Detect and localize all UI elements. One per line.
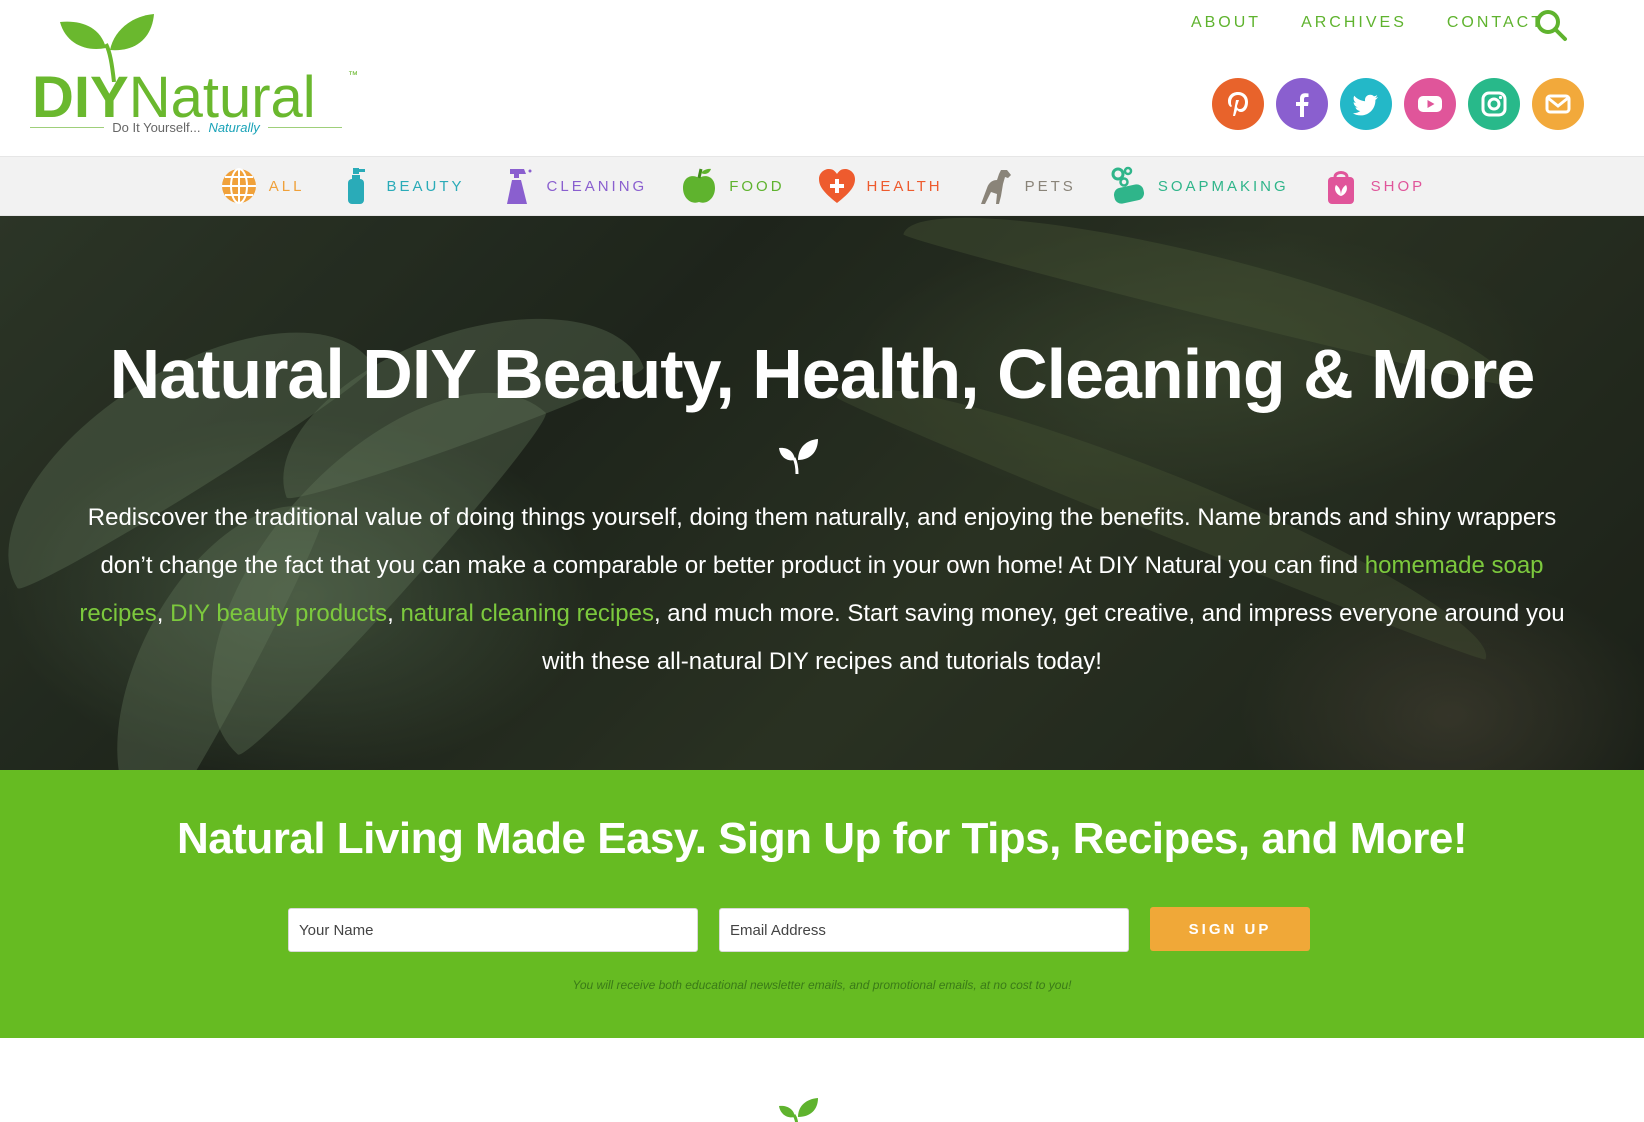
natural-cleaning-recipes-link[interactable]: natural cleaning recipes: [400, 600, 654, 627]
pinterest-icon[interactable]: [1212, 78, 1264, 130]
category-label: BEAUTY: [386, 177, 465, 195]
diy-beauty-products-link[interactable]: DIY beauty products: [170, 600, 387, 627]
signup-disclaimer: You will receive both educational newsle…: [572, 978, 1072, 992]
soap-icon: [1111, 166, 1144, 204]
category-soapmaking[interactable]: SOAPMAKING: [1092, 166, 1305, 206]
category-pets[interactable]: PETS: [959, 166, 1092, 206]
facebook-icon[interactable]: [1276, 78, 1328, 130]
hero-section: Natural DIY Beauty, Health, Cleaning & M…: [0, 216, 1644, 770]
search-icon[interactable]: [1534, 8, 1568, 42]
name-input[interactable]: [288, 908, 698, 952]
hero-overlay: [0, 216, 1644, 770]
nav-contact-link[interactable]: CONTACT: [1447, 14, 1544, 32]
sign-up-button[interactable]: SIGN UP: [1150, 907, 1310, 951]
logo-wordmark: DIYNatural: [32, 68, 316, 128]
sprout-icon: [779, 1098, 818, 1122]
category-cleaning[interactable]: CLEANING: [481, 166, 664, 206]
hero-text-separator: ,: [156, 600, 171, 627]
top-navigation: ABOUT ARCHIVES CONTACT: [1191, 14, 1544, 32]
category-label: SOAPMAKING: [1157, 177, 1289, 195]
lotion-bottle-icon: [347, 168, 365, 204]
category-shop[interactable]: SHOP: [1305, 166, 1442, 206]
newsletter-signup: Natural Living Made Easy. Sign Up for Ti…: [0, 770, 1644, 1038]
hero-description: Rediscover the traditional value of doin…: [70, 494, 1574, 686]
category-navigation: ALL BEAUTY CLEANING FOOD HEALTH PETS SOA…: [0, 156, 1644, 216]
category-health[interactable]: HEALTH: [801, 166, 959, 206]
social-links: [1212, 78, 1584, 130]
tagline-rule-right: [267, 127, 342, 128]
nav-archives-link[interactable]: ARCHIVES: [1301, 14, 1407, 32]
category-label: SHOP: [1370, 177, 1426, 195]
category-beauty[interactable]: BEAUTY: [321, 166, 481, 206]
instagram-icon[interactable]: [1468, 78, 1520, 130]
spray-bottle-icon: [506, 169, 532, 204]
twitter-icon[interactable]: [1340, 78, 1392, 130]
hero-text-separator: ,: [387, 600, 401, 627]
sprout-icon: [779, 439, 818, 474]
signup-title: Natural Living Made Easy. Sign Up for Ti…: [176, 814, 1468, 863]
hero-text-part: , and much more. Start saving money, get…: [542, 600, 1565, 675]
site-logo[interactable]: DIYNatural ™ Do It Yourself... Naturally: [30, 10, 370, 140]
tagline-prefix: Do It Yourself...: [112, 120, 201, 135]
logo-tagline: Do It Yourself... Naturally: [30, 120, 342, 135]
tagline-emphasis: Naturally: [208, 120, 260, 135]
category-label: ALL: [268, 177, 305, 195]
email-icon[interactable]: [1532, 78, 1584, 130]
logo-trademark: ™: [348, 70, 358, 81]
apple-icon: [683, 168, 716, 203]
category-label: FOOD: [729, 177, 785, 195]
category-label: CLEANING: [546, 177, 648, 195]
category-food[interactable]: FOOD: [663, 166, 800, 206]
shopping-bag-icon: [1327, 171, 1354, 204]
tagline-rule-left: [30, 127, 105, 128]
hero-title: Natural DIY Beauty, Health, Cleaning & M…: [109, 335, 1536, 413]
youtube-icon[interactable]: [1404, 78, 1456, 130]
hero-text-part: Rediscover the traditional value of doin…: [87, 504, 1557, 579]
category-label: HEALTH: [866, 177, 943, 195]
category-label: PETS: [1024, 177, 1076, 195]
nav-about-link[interactable]: ABOUT: [1191, 14, 1261, 32]
category-all[interactable]: ALL: [203, 166, 321, 206]
email-input[interactable]: [719, 908, 1129, 952]
heart-plus-icon: [818, 169, 855, 203]
globe-icon: [221, 168, 256, 204]
dog-icon: [980, 170, 1011, 204]
site-header: DIYNatural ™ Do It Yourself... Naturally…: [0, 0, 1644, 156]
